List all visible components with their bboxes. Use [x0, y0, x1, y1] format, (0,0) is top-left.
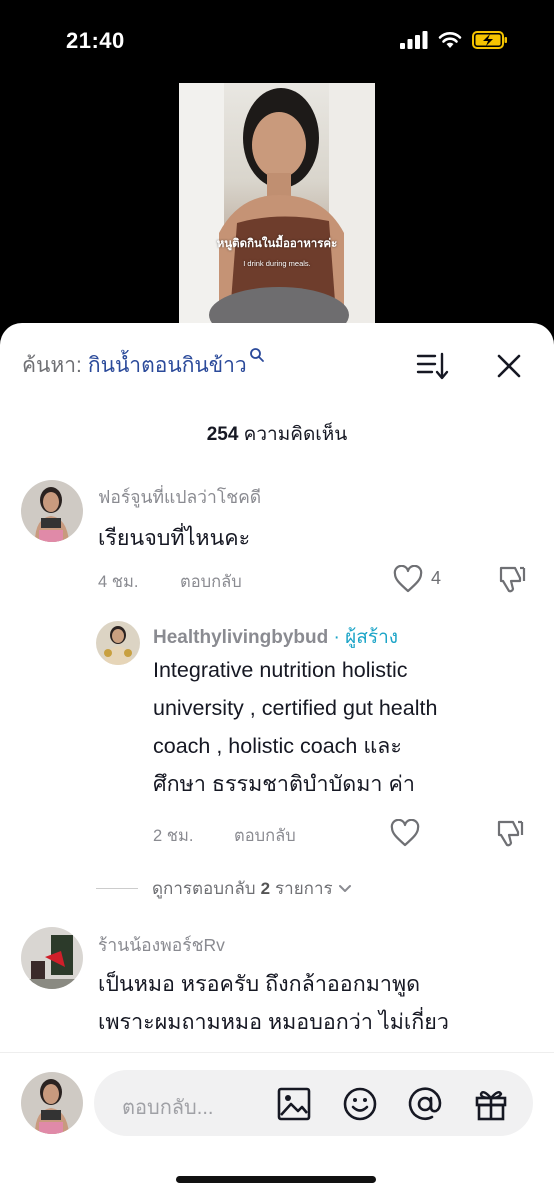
cellular-signal-icon — [400, 31, 428, 49]
reply-input-placeholder: ตอบกลับ... — [122, 1097, 214, 1119]
comment-username[interactable]: ร้านน้องพอร์ชRv — [98, 931, 225, 959]
search-term[interactable]: กินน้ำตอนกินข้าว — [88, 349, 247, 382]
reply-button[interactable]: ตอบกลับ — [234, 823, 296, 849]
status-bar: 21:40 — [0, 0, 554, 80]
view-replies-suffix: รายการ — [275, 879, 333, 898]
comment-text: เรียนจบที่ไหนคะ — [98, 526, 251, 550]
dislike-icon[interactable] — [497, 564, 527, 594]
comment-text-line: Integrative nutrition holistic — [153, 658, 408, 682]
reply-button[interactable]: ตอบกลับ — [180, 569, 242, 595]
comment-text-line: เพราะผมถามหมอ หมอบอกว่า ไม่เกี่ยว — [98, 1010, 449, 1034]
heart-icon[interactable] — [393, 565, 423, 593]
search-header[interactable]: ค้นหา: กินน้ำตอนกินข้าว — [22, 348, 265, 382]
dislike-icon[interactable] — [495, 818, 525, 848]
comment-text: Integrative nutrition holistic universit… — [153, 651, 437, 803]
sort-icon[interactable] — [416, 351, 450, 381]
comment-text-line: ศึกษา ธรรมชาติบำบัดมา ค่า — [153, 772, 415, 796]
creator-badge: · ผู้สร้าง — [333, 627, 399, 648]
avatar[interactable] — [21, 927, 83, 989]
video-preview[interactable]: หนูติดกินในมื้ออาหารค่ะ I drink during m… — [179, 83, 375, 328]
comment-text-line: university , certified gut health — [153, 696, 438, 720]
video-subtitle-thai: หนูติดกินในมื้ออาหารค่ะ — [216, 238, 338, 250]
comment-username: Healthylivingbybud · ผู้สร้าง — [153, 622, 398, 652]
avatar[interactable] — [21, 480, 83, 542]
wifi-icon — [438, 32, 462, 48]
comment-count: 254 ความคิดเห็น — [0, 419, 554, 449]
mention-icon[interactable] — [407, 1086, 443, 1122]
comment-count-number: 254 — [206, 424, 239, 445]
status-time: 21:40 — [66, 28, 125, 53]
like-count: 4 — [431, 568, 442, 588]
comment-username[interactable]: ฟอร์จูนที่แปลว่าโชคดี — [98, 483, 261, 511]
close-icon[interactable] — [494, 351, 524, 381]
comment-text-line: coach , holistic coach และ — [153, 734, 402, 758]
reply-input[interactable]: ตอบกลับ... — [94, 1070, 533, 1136]
home-indicator — [176, 1176, 376, 1183]
view-replies-count: 2 — [260, 878, 271, 898]
emoji-icon[interactable] — [342, 1086, 378, 1122]
image-icon[interactable] — [276, 1086, 312, 1122]
comment-text-line: เป็นหมอ หรอครับ ถึงกล้าออกมาพูด — [98, 972, 421, 996]
comment-count-label: ความคิดเห็น — [243, 424, 348, 445]
search-prefix: ค้นหา: — [22, 354, 82, 377]
divider — [96, 888, 138, 889]
my-avatar[interactable] — [21, 1072, 83, 1134]
comment-input-bar: ตอบกลับ... — [0, 1052, 554, 1199]
video-subtitle-english: I drink during meals. — [243, 259, 311, 268]
comment-time: 4 ชม. — [98, 573, 139, 591]
battery-charging-icon — [472, 31, 507, 49]
avatar[interactable] — [96, 621, 140, 665]
view-replies-prefix: ดูการตอบกลับ — [152, 879, 256, 898]
status-icons — [400, 31, 508, 49]
search-icon — [249, 348, 264, 362]
comment-text: เป็นหมอ หรอครับ ถึงกล้าออกมาพูด เพราะผมถ… — [98, 965, 449, 1041]
gift-icon[interactable] — [473, 1086, 509, 1122]
chevron-down-icon — [338, 884, 351, 892]
comment-time: 2 ชม. — [153, 827, 194, 845]
video-frame-illustration — [179, 83, 375, 328]
heart-icon[interactable] — [390, 819, 420, 847]
view-replies-button[interactable]: ดูการตอบกลับ 2 รายการ — [96, 875, 353, 902]
creator-username[interactable]: Healthylivingbybud — [153, 627, 328, 648]
